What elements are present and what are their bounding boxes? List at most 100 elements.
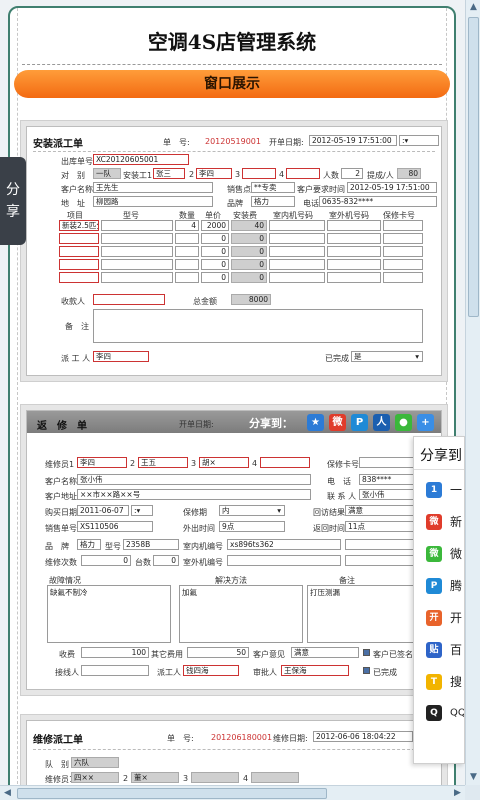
row5-indoor[interactable] — [269, 272, 325, 283]
phone-field[interactable]: 0635-832**** — [319, 196, 437, 207]
row1-qty[interactable]: 4 — [175, 220, 199, 231]
more-share-icon[interactable]: + — [417, 414, 434, 431]
row3-fee[interactable]: 0 — [231, 246, 267, 257]
req-time-field[interactable]: 2012-05-19 17:51:00 — [347, 182, 437, 193]
share-item-qzone[interactable]: 1一 — [426, 481, 462, 501]
scroll-down-icon[interactable]: ▼ — [466, 770, 480, 785]
row3-model[interactable] — [101, 246, 173, 257]
row4-fee[interactable]: 0 — [231, 259, 267, 270]
remark-textarea[interactable] — [93, 309, 423, 343]
note-textarea[interactable]: 打压测漏 — [307, 585, 429, 643]
window-showcase-banner[interactable]: 窗口展示 — [14, 70, 450, 98]
row3-item[interactable] — [59, 246, 99, 257]
outbound-field[interactable]: XC20120605001 — [93, 154, 189, 165]
indoor-field[interactable]: xs896ts362 — [227, 539, 341, 550]
installer4-field[interactable] — [286, 168, 320, 179]
repair-date-field[interactable]: 2012-06-06 18:04:22 — [313, 731, 413, 742]
out-time-field[interactable]: 9点 — [219, 521, 285, 532]
fee-field[interactable]: 100 — [81, 647, 149, 658]
row3-outdoor[interactable] — [327, 246, 381, 257]
fault-textarea[interactable]: 缺氟不制冷 — [47, 585, 171, 643]
horizontal-scrollbar[interactable]: ◀ ▶ — [0, 785, 465, 800]
weibo-icon[interactable]: 微 — [329, 414, 346, 431]
brand-field[interactable]: 格力 — [77, 539, 101, 550]
renren-icon[interactable]: 人 — [373, 414, 390, 431]
row2-qty[interactable] — [175, 233, 199, 244]
brand-field[interactable]: 格力 — [251, 196, 295, 207]
vertical-scroll-thumb[interactable] — [468, 17, 479, 317]
date-picker[interactable]: :▾ — [399, 135, 439, 146]
installer2-field[interactable]: 李四 — [196, 168, 232, 179]
repairman3-field[interactable]: 胡× — [199, 457, 249, 468]
row4-item[interactable] — [59, 259, 99, 270]
units-field[interactable]: 0 — [153, 555, 179, 566]
outdoor-field[interactable] — [227, 555, 341, 566]
repair-order-screenshot[interactable]: 返 修 单 开单日期: 分享到： ★ 微 P 人 ● + 维修员1 李四 2 王… — [26, 410, 442, 690]
scroll-left-icon[interactable]: ◀ — [0, 786, 15, 800]
row3-price[interactable]: 0 — [201, 246, 229, 257]
row5-outdoor[interactable] — [327, 272, 381, 283]
other-fee-field[interactable]: 50 — [187, 647, 249, 658]
row1-outdoor[interactable] — [327, 220, 381, 231]
opinion-field[interactable]: 满意 — [291, 647, 359, 658]
share-item-weibo[interactable]: 微新 — [426, 513, 462, 533]
commission-field[interactable]: 80 — [397, 168, 421, 179]
row4-model[interactable] — [101, 259, 173, 270]
scroll-right-icon[interactable]: ▶ — [450, 786, 465, 800]
row2-indoor[interactable] — [269, 233, 325, 244]
address-field[interactable]: ××市××路××号 — [77, 489, 311, 500]
row1-item[interactable]: 新装2.5匹分 — [59, 220, 99, 231]
row3-qty[interactable] — [175, 246, 199, 257]
row5-fee[interactable]: 0 — [231, 272, 267, 283]
row1-price[interactable]: 2000 — [201, 220, 229, 231]
row1-fee[interactable]: 40 — [231, 220, 267, 231]
tencent-weibo-icon[interactable]: P — [351, 414, 368, 431]
row5-card[interactable] — [383, 272, 423, 283]
row2-item[interactable] — [59, 233, 99, 244]
row5-qty[interactable] — [175, 272, 199, 283]
dispatcher-field[interactable]: 李四 — [93, 351, 149, 362]
share-item-qq[interactable]: Q QQ — [426, 705, 464, 725]
row2-outdoor[interactable] — [327, 233, 381, 244]
share-item-tieba[interactable]: 贴百 — [426, 641, 462, 661]
repairman4-field[interactable] — [260, 457, 310, 468]
row5-item[interactable] — [59, 272, 99, 283]
dispatcher-field[interactable]: 钱四海 — [183, 665, 239, 676]
sale-no-field[interactable]: XS110506 — [77, 521, 153, 532]
sales-point-field[interactable]: **专卖 — [251, 182, 295, 193]
done-checkbox[interactable] — [363, 667, 370, 674]
share-item-wechat[interactable]: 微微 — [426, 545, 462, 565]
solution-textarea[interactable]: 加氟 — [179, 585, 303, 643]
share-item-tencent[interactable]: P腾 — [426, 577, 462, 597]
receiver-field[interactable] — [81, 665, 149, 676]
done-select[interactable]: 是 ▾ — [351, 351, 423, 362]
row4-card[interactable] — [383, 259, 423, 270]
horizontal-scroll-thumb[interactable] — [17, 788, 327, 799]
team-field[interactable]: 一队 — [93, 168, 121, 179]
warranty-select[interactable]: 内 ▾ — [219, 505, 285, 516]
team-field[interactable]: 六队 — [71, 757, 119, 768]
wechat-icon[interactable]: ● — [395, 414, 412, 431]
install-dispatch-screenshot[interactable]: 安装派工单 单 号: 20120519001 开单日期: 2012-05-19 … — [26, 126, 442, 376]
share-side-tab[interactable]: 分享 — [0, 157, 26, 245]
row4-outdoor[interactable] — [327, 259, 381, 270]
installer1-field[interactable]: 张三 — [153, 168, 185, 179]
repairman2-field[interactable]: 董× — [131, 772, 179, 783]
buy-date-field[interactable]: 2011-06-07 — [77, 505, 129, 516]
customer-field[interactable]: 王先生 — [93, 182, 213, 193]
installer3-field[interactable] — [242, 168, 276, 179]
row2-card[interactable] — [383, 233, 423, 244]
qzone-icon[interactable]: ★ — [307, 414, 324, 431]
people-field[interactable]: 2 — [341, 168, 363, 179]
address-field[interactable]: 柳园路 — [93, 196, 213, 207]
customer-field[interactable]: 张小伟 — [77, 474, 311, 485]
row2-price[interactable]: 0 — [201, 233, 229, 244]
approver-field[interactable]: 王保海 — [281, 665, 349, 676]
row3-indoor[interactable] — [269, 246, 325, 257]
share-item-kaixin[interactable]: 开开 — [426, 609, 462, 629]
repairman3-field[interactable] — [191, 772, 239, 783]
vertical-scrollbar[interactable]: ▲ ▼ — [465, 0, 480, 785]
collector-field[interactable] — [93, 294, 165, 305]
row4-indoor[interactable] — [269, 259, 325, 270]
signed-checkbox[interactable] — [363, 649, 370, 656]
